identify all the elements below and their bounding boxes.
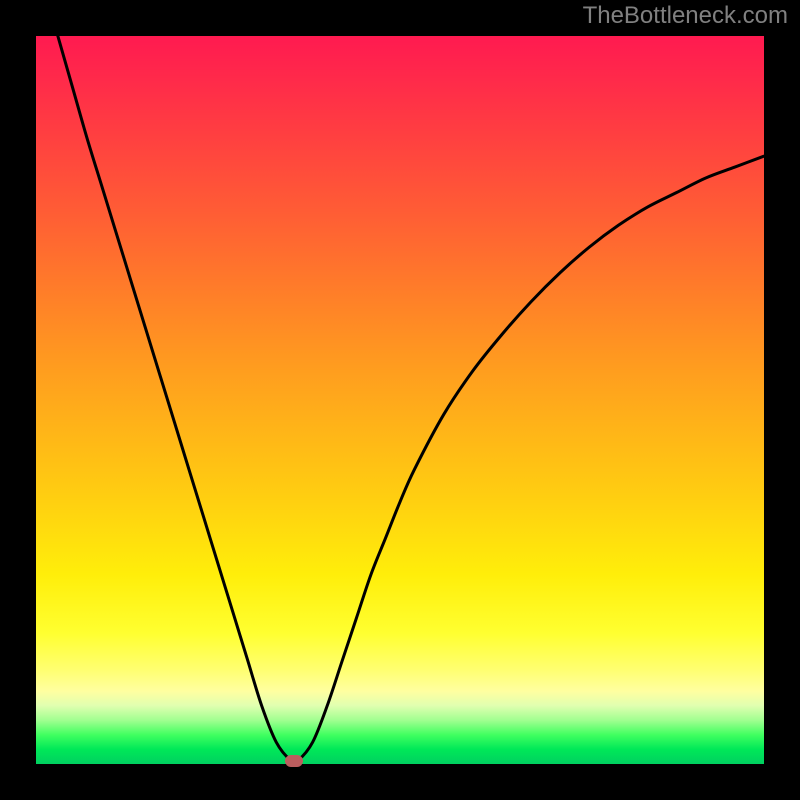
watermark-text: TheBottleneck.com xyxy=(583,2,788,30)
chart-plot-area xyxy=(36,36,764,764)
chart-curve-svg xyxy=(36,36,764,764)
chart-marker xyxy=(285,755,303,767)
bottleneck-curve-line xyxy=(58,36,764,763)
